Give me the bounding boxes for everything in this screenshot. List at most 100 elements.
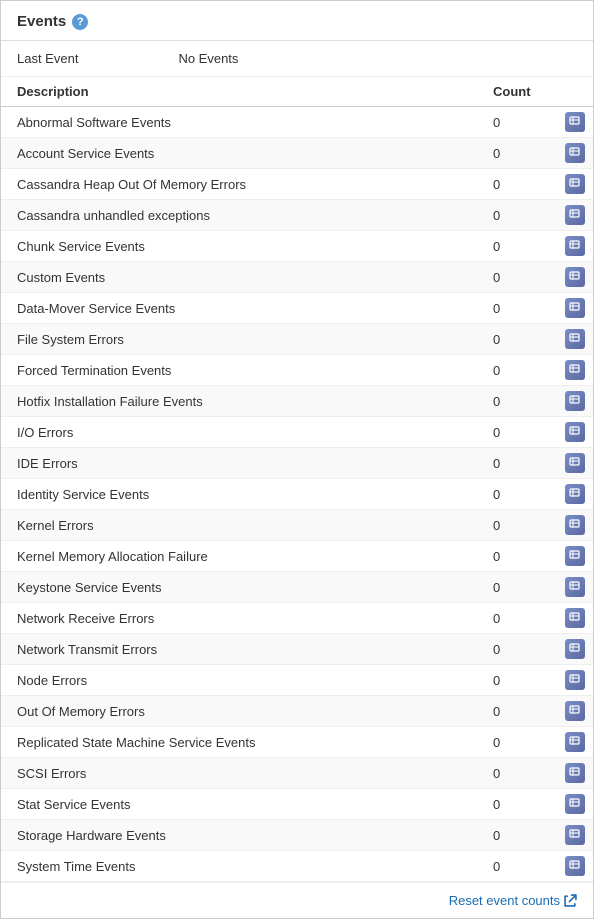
external-link-icon — [564, 894, 577, 907]
row-action-button[interactable] — [565, 763, 585, 783]
last-event-row: Last Event No Events — [1, 41, 593, 77]
events-table: Description Count Abnormal Software Even… — [1, 77, 593, 882]
description-cell: Storage Hardware Events — [1, 820, 477, 851]
action-cell — [557, 169, 593, 200]
row-action-button[interactable] — [565, 329, 585, 349]
count-cell: 0 — [477, 696, 557, 727]
row-action-button[interactable] — [565, 453, 585, 473]
row-action-button[interactable] — [565, 484, 585, 504]
count-cell: 0 — [477, 324, 557, 355]
row-action-button[interactable] — [565, 825, 585, 845]
count-cell: 0 — [477, 262, 557, 293]
row-action-button[interactable] — [565, 360, 585, 380]
help-icon[interactable]: ? — [72, 14, 88, 30]
table-row: Stat Service Events0 — [1, 789, 593, 820]
count-cell: 0 — [477, 634, 557, 665]
table-row: Keystone Service Events0 — [1, 572, 593, 603]
table-row: Kernel Errors0 — [1, 510, 593, 541]
row-action-button[interactable] — [565, 298, 585, 318]
row-action-button[interactable] — [565, 422, 585, 442]
table-row: Chunk Service Events0 — [1, 231, 593, 262]
count-column-header: Count — [477, 77, 557, 107]
description-cell: Kernel Memory Allocation Failure — [1, 541, 477, 572]
row-action-button[interactable] — [565, 267, 585, 287]
row-action-button[interactable] — [565, 856, 585, 876]
count-cell: 0 — [477, 231, 557, 262]
table-row: System Time Events0 — [1, 851, 593, 882]
row-action-button[interactable] — [565, 639, 585, 659]
action-cell — [557, 417, 593, 448]
action-cell — [557, 510, 593, 541]
count-cell: 0 — [477, 448, 557, 479]
action-cell — [557, 138, 593, 169]
row-action-button[interactable] — [565, 391, 585, 411]
table-header-row: Description Count — [1, 77, 593, 107]
description-cell: I/O Errors — [1, 417, 477, 448]
row-action-button[interactable] — [565, 794, 585, 814]
description-cell: Custom Events — [1, 262, 477, 293]
count-cell: 0 — [477, 386, 557, 417]
description-cell: Cassandra Heap Out Of Memory Errors — [1, 169, 477, 200]
row-action-button[interactable] — [565, 143, 585, 163]
action-cell — [557, 200, 593, 231]
count-cell: 0 — [477, 510, 557, 541]
row-action-button[interactable] — [565, 236, 585, 256]
table-row: Account Service Events0 — [1, 138, 593, 169]
table-row: Out Of Memory Errors0 — [1, 696, 593, 727]
count-cell: 0 — [477, 758, 557, 789]
table-row: SCSI Errors0 — [1, 758, 593, 789]
action-cell — [557, 355, 593, 386]
action-cell — [557, 262, 593, 293]
row-action-button[interactable] — [565, 608, 585, 628]
description-cell: Network Receive Errors — [1, 603, 477, 634]
row-action-button[interactable] — [565, 112, 585, 132]
table-row: Forced Termination Events0 — [1, 355, 593, 386]
table-row: File System Errors0 — [1, 324, 593, 355]
description-cell: Data-Mover Service Events — [1, 293, 477, 324]
table-row: Kernel Memory Allocation Failure0 — [1, 541, 593, 572]
count-cell: 0 — [477, 851, 557, 882]
description-cell: Hotfix Installation Failure Events — [1, 386, 477, 417]
table-row: Network Receive Errors0 — [1, 603, 593, 634]
table-row: Cassandra unhandled exceptions0 — [1, 200, 593, 231]
count-cell: 0 — [477, 789, 557, 820]
action-cell — [557, 324, 593, 355]
page-header: Events ? — [1, 1, 593, 41]
last-event-label: Last Event — [17, 51, 78, 66]
table-row: Identity Service Events0 — [1, 479, 593, 510]
row-action-button[interactable] — [565, 701, 585, 721]
description-cell: Network Transmit Errors — [1, 634, 477, 665]
row-action-button[interactable] — [565, 515, 585, 535]
count-cell: 0 — [477, 479, 557, 510]
action-cell — [557, 758, 593, 789]
count-cell: 0 — [477, 200, 557, 231]
table-row: Replicated State Machine Service Events0 — [1, 727, 593, 758]
description-cell: Stat Service Events — [1, 789, 477, 820]
table-row: Data-Mover Service Events0 — [1, 293, 593, 324]
reset-event-counts-link[interactable]: Reset event counts — [449, 893, 577, 908]
row-action-button[interactable] — [565, 732, 585, 752]
count-cell: 0 — [477, 541, 557, 572]
action-cell — [557, 696, 593, 727]
action-column-header — [557, 77, 593, 107]
page-title: Events — [17, 13, 66, 30]
action-cell — [557, 541, 593, 572]
row-action-button[interactable] — [565, 546, 585, 566]
description-cell: Out Of Memory Errors — [1, 696, 477, 727]
description-cell: IDE Errors — [1, 448, 477, 479]
action-cell — [557, 665, 593, 696]
count-cell: 0 — [477, 727, 557, 758]
description-cell: Identity Service Events — [1, 479, 477, 510]
table-row: Cassandra Heap Out Of Memory Errors0 — [1, 169, 593, 200]
table-row: Network Transmit Errors0 — [1, 634, 593, 665]
table-row: Abnormal Software Events0 — [1, 107, 593, 138]
count-cell: 0 — [477, 169, 557, 200]
description-cell: Kernel Errors — [1, 510, 477, 541]
row-action-button[interactable] — [565, 577, 585, 597]
action-cell — [557, 448, 593, 479]
row-action-button[interactable] — [565, 670, 585, 690]
action-cell — [557, 603, 593, 634]
description-column-header: Description — [1, 77, 477, 107]
row-action-button[interactable] — [565, 174, 585, 194]
row-action-button[interactable] — [565, 205, 585, 225]
